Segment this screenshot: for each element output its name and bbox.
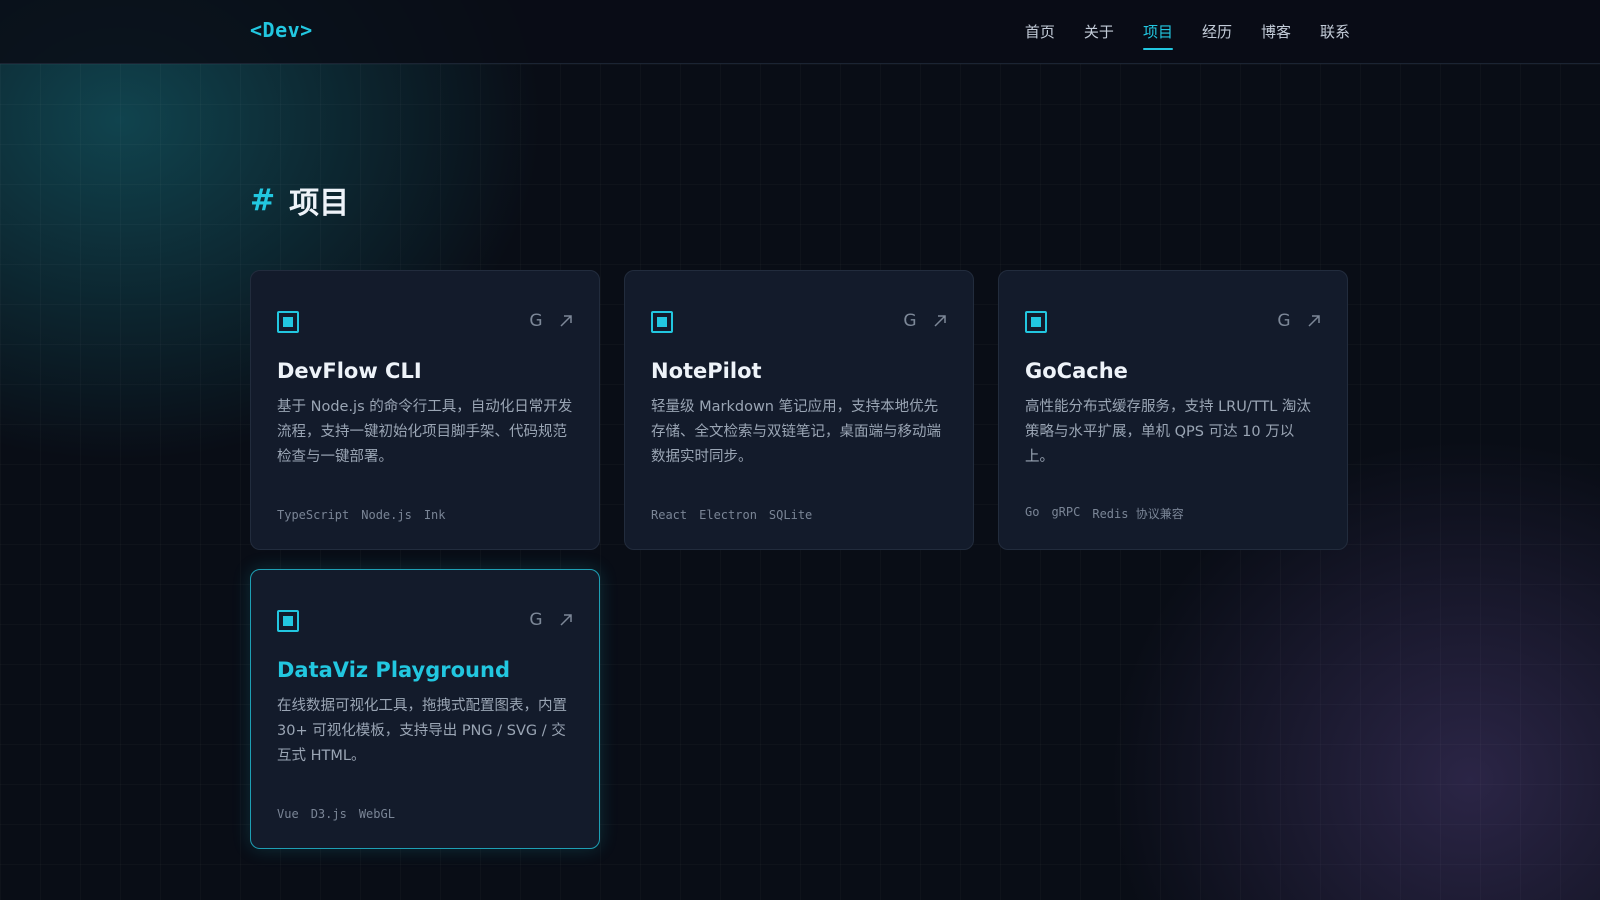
project-title[interactable]: DevFlow CLI xyxy=(277,359,573,383)
chip-square-icon xyxy=(277,610,299,632)
tech-tag: Go xyxy=(1025,505,1040,519)
chip-square-icon xyxy=(1025,311,1047,333)
project-title[interactable]: GoCache xyxy=(1025,359,1321,383)
section-title: # 项目 xyxy=(250,178,349,222)
chip-square-icon xyxy=(277,311,299,333)
tech-tag: Vue xyxy=(277,807,299,821)
project-title[interactable]: NotePilot xyxy=(651,359,947,383)
github-icon[interactable]: G xyxy=(903,311,917,331)
card-actions: G xyxy=(903,311,947,331)
chip-square-icon xyxy=(651,311,673,333)
project-card[interactable]: G GoCache 高性能分布式缓存服务，支持 LRU/TTL 淘汰策略与水平扩… xyxy=(998,270,1348,550)
project-title[interactable]: DataViz Playground xyxy=(277,658,573,682)
github-icon[interactable]: G xyxy=(1277,311,1291,331)
external-link-icon[interactable] xyxy=(559,314,573,328)
external-link-icon[interactable] xyxy=(933,314,947,328)
nav-link-experience[interactable]: 经历 xyxy=(1202,0,1232,64)
nav-link-blog[interactable]: 博客 xyxy=(1261,0,1291,64)
tech-tag: Node.js xyxy=(361,508,412,522)
tech-tag: D3.js xyxy=(310,807,347,821)
tech-tag: WebGL xyxy=(358,807,395,821)
tag-list: React Electron SQLite xyxy=(651,508,812,522)
project-description: 轻量级 Markdown 笔记应用，支持本地优先存储、全文检索与双链笔记，桌面端… xyxy=(651,399,941,465)
nav-link-contact[interactable]: 联系 xyxy=(1320,0,1350,64)
tag-list: Go gRPC Redis 协议兼容 xyxy=(1025,505,1184,522)
tech-tag: SQLite xyxy=(768,508,813,522)
navbar: <Dev> 首页 关于 项目 经历 博客 联系 xyxy=(0,0,1600,64)
github-icon[interactable]: G xyxy=(529,311,543,331)
tech-tag: Electron xyxy=(699,508,757,522)
card-header: G xyxy=(651,297,947,341)
site-logo[interactable]: <Dev> xyxy=(250,18,313,42)
tech-tag: Redis 协议兼容 xyxy=(1092,507,1184,521)
tech-tag: TypeScript xyxy=(277,508,350,522)
tag-list: TypeScript Node.js Ink xyxy=(277,508,446,522)
github-icon[interactable]: G xyxy=(529,610,543,630)
project-description: 在线数据可视化工具，拖拽式配置图表，内置 30+ 可视化模板，支持导出 PNG … xyxy=(277,698,567,764)
card-actions: G xyxy=(529,311,573,331)
project-card[interactable]: G NotePilot 轻量级 Markdown 笔记应用，支持本地优先存储、全… xyxy=(624,270,974,550)
card-header: G xyxy=(1025,297,1321,341)
section-title-text: 项目 xyxy=(289,186,350,221)
card-actions: G xyxy=(529,610,573,630)
section-hash: # xyxy=(250,182,276,218)
project-description: 基于 Node.js 的命令行工具，自动化日常开发流程，支持一键初始化项目脚手架… xyxy=(277,399,573,465)
project-description: 高性能分布式缓存服务，支持 LRU/TTL 淘汰策略与水平扩展，单机 QPS 可… xyxy=(1025,399,1311,465)
nav-link-home[interactable]: 首页 xyxy=(1025,0,1055,64)
nav-link-about[interactable]: 关于 xyxy=(1084,0,1114,64)
card-header: G xyxy=(277,596,573,640)
page: <Dev> 首页 关于 项目 经历 博客 联系 # 项目 G DevFlow C… xyxy=(0,0,1600,900)
nav-link-projects[interactable]: 项目 xyxy=(1142,0,1173,64)
external-link-icon[interactable] xyxy=(559,613,573,627)
card-header: G xyxy=(277,297,573,341)
project-card-hovered[interactable]: G DataViz Playground 在线数据可视化工具，拖拽式配置图表，内… xyxy=(250,569,600,849)
tag-list: Vue D3.js WebGL xyxy=(277,807,395,821)
card-actions: G xyxy=(1277,311,1321,331)
nav-links: 首页 关于 项目 经历 博客 联系 xyxy=(1025,0,1350,64)
tech-tag: gRPC xyxy=(1051,505,1081,519)
external-link-icon[interactable] xyxy=(1307,314,1321,328)
tech-tag: React xyxy=(651,508,688,522)
project-card[interactable]: G DevFlow CLI 基于 Node.js 的命令行工具，自动化日常开发流… xyxy=(250,270,600,550)
project-grid: G DevFlow CLI 基于 Node.js 的命令行工具，自动化日常开发流… xyxy=(250,270,1348,849)
tech-tag: Ink xyxy=(423,508,446,522)
